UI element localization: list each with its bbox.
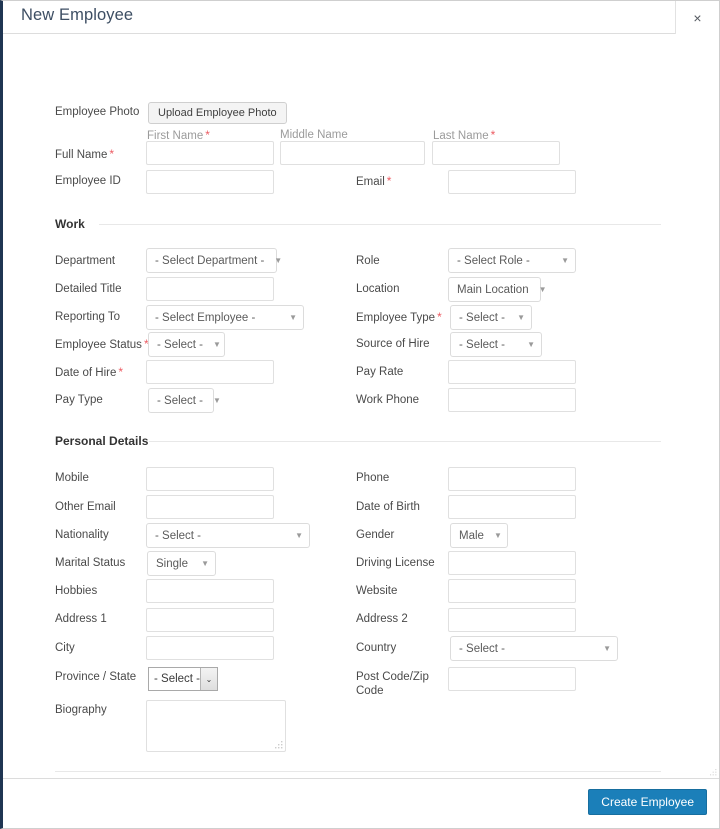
employee-status-select[interactable]: - Select - ▼ bbox=[148, 332, 225, 357]
chevron-down-icon: ▼ bbox=[493, 530, 502, 540]
chevron-down-icon: ▼ bbox=[561, 255, 569, 265]
chevron-down-icon: ▼ bbox=[603, 643, 611, 653]
marital-status-select[interactable]: Single ▼ bbox=[147, 551, 216, 576]
chevron-down-icon: ▼ bbox=[213, 395, 221, 405]
other-email-label: Other Email bbox=[55, 501, 116, 513]
role-select[interactable]: - Select Role - ▼ bbox=[448, 248, 576, 273]
last-name-input[interactable] bbox=[432, 141, 560, 165]
hobbies-input[interactable] bbox=[146, 579, 274, 603]
postcode-label: Post Code/Zip Code bbox=[356, 671, 429, 697]
work-phone-label: Work Phone bbox=[356, 394, 420, 406]
address2-input[interactable] bbox=[448, 608, 576, 632]
upload-employee-photo-button[interactable]: Upload Employee Photo bbox=[148, 102, 287, 124]
employee-status-label: Employee Status * bbox=[55, 337, 149, 351]
pay-type-select[interactable]: - Select - ▼ bbox=[148, 388, 221, 413]
country-select[interactable]: - Select - ▼ bbox=[450, 636, 618, 661]
address1-label: Address 1 bbox=[55, 613, 107, 625]
nationality-select[interactable]: - Select - ▼ bbox=[146, 523, 310, 548]
chevron-down-icon: ▼ bbox=[295, 530, 303, 540]
employee-type-select[interactable]: - Select - ▼ bbox=[450, 305, 532, 330]
employee-id-input[interactable] bbox=[146, 170, 274, 194]
chevron-down-icon: ▼ bbox=[289, 312, 297, 322]
create-employee-button[interactable]: Create Employee bbox=[588, 789, 707, 815]
employee-photo-label: Employee Photo bbox=[55, 106, 140, 118]
address2-label: Address 2 bbox=[356, 613, 408, 625]
pay-type-label: Pay Type bbox=[55, 394, 103, 406]
detailed-title-input[interactable] bbox=[146, 277, 274, 301]
driving-license-label: Driving License bbox=[356, 557, 435, 569]
gender-select[interactable]: Male ▼ bbox=[450, 523, 508, 548]
full-name-label: Full Name * bbox=[55, 147, 115, 161]
work-section-divider bbox=[99, 224, 661, 225]
biography-label: Biography bbox=[55, 704, 107, 716]
personal-details-heading: Personal Details bbox=[55, 434, 149, 448]
postcode-input[interactable] bbox=[448, 667, 576, 691]
employee-id-label: Employee ID bbox=[55, 175, 121, 187]
chevron-down-icon: ▼ bbox=[274, 255, 283, 265]
hobbies-label: Hobbies bbox=[55, 585, 98, 597]
personal-details-divider bbox=[149, 441, 661, 442]
marital-status-label: Marital Status bbox=[55, 557, 126, 569]
email-input[interactable] bbox=[448, 170, 576, 194]
new-employee-dialog: New Employee × Employee Photo Upload Emp… bbox=[0, 0, 720, 829]
other-email-input[interactable] bbox=[146, 495, 274, 519]
province-state-label: Province / State bbox=[55, 671, 137, 683]
reporting-to-select[interactable]: - Select Employee - ▼ bbox=[146, 305, 304, 330]
role-label: Role bbox=[356, 255, 380, 267]
page-title: New Employee bbox=[21, 6, 134, 24]
department-label: Department bbox=[55, 255, 116, 267]
nationality-label: Nationality bbox=[55, 529, 109, 541]
source-of-hire-select[interactable]: - Select - ▼ bbox=[450, 332, 542, 357]
phone-input[interactable] bbox=[448, 467, 576, 491]
close-icon[interactable]: × bbox=[676, 1, 719, 34]
country-label: Country bbox=[356, 642, 397, 654]
date-of-hire-input[interactable] bbox=[146, 360, 274, 384]
work-section-heading: Work bbox=[55, 217, 85, 231]
phone-label: Phone bbox=[356, 472, 390, 484]
dialog-body: Employee Photo Upload Employee Photo Fir… bbox=[3, 34, 719, 779]
resize-grip-icon bbox=[275, 741, 283, 749]
driving-license-input[interactable] bbox=[448, 551, 576, 575]
dialog-footer: Create Employee bbox=[3, 779, 719, 827]
date-of-birth-label: Date of Birth bbox=[356, 501, 420, 513]
dialog-titlebar: New Employee × bbox=[3, 1, 719, 34]
gender-label: Gender bbox=[356, 529, 395, 541]
location-label: Location bbox=[356, 283, 400, 295]
chevron-down-icon: ▼ bbox=[213, 339, 221, 349]
chevron-down-icon: ▼ bbox=[538, 284, 547, 294]
city-label: City bbox=[55, 642, 75, 654]
website-input[interactable] bbox=[448, 579, 576, 603]
date-of-hire-label: Date of Hire * bbox=[55, 365, 124, 379]
middle-name-label: Middle Name bbox=[280, 129, 348, 141]
department-select[interactable]: - Select Department - ▼ bbox=[146, 248, 282, 273]
detailed-title-label: Detailed Title bbox=[55, 283, 122, 295]
location-select[interactable]: Main Location ▼ bbox=[448, 277, 547, 302]
panel-resize-grip-icon bbox=[710, 769, 717, 776]
province-state-select[interactable]: - Select - ⌄ bbox=[148, 667, 218, 691]
email-label: Email * bbox=[356, 174, 392, 188]
biography-textarea[interactable] bbox=[146, 700, 286, 752]
reporting-to-label: Reporting To bbox=[55, 311, 120, 323]
notification-divider bbox=[55, 771, 661, 772]
chevron-down-icon: ▼ bbox=[527, 339, 535, 349]
mobile-label: Mobile bbox=[55, 472, 89, 484]
pay-rate-label: Pay Rate bbox=[356, 366, 404, 378]
address1-input[interactable] bbox=[146, 608, 274, 632]
city-input[interactable] bbox=[146, 636, 274, 660]
middle-name-input[interactable] bbox=[280, 141, 425, 165]
date-of-birth-input[interactable] bbox=[448, 495, 576, 519]
employee-type-label: Employee Type * bbox=[356, 310, 442, 324]
mobile-input[interactable] bbox=[146, 467, 274, 491]
first-name-input[interactable] bbox=[146, 141, 274, 165]
website-label: Website bbox=[356, 585, 398, 597]
chevron-down-icon: ▼ bbox=[517, 312, 525, 322]
chevron-down-icon: ▼ bbox=[201, 558, 209, 568]
chevron-down-icon: ⌄ bbox=[200, 668, 217, 690]
pay-rate-input[interactable] bbox=[448, 360, 576, 384]
source-of-hire-label: Source of Hire bbox=[356, 338, 430, 350]
work-phone-input[interactable] bbox=[448, 388, 576, 412]
